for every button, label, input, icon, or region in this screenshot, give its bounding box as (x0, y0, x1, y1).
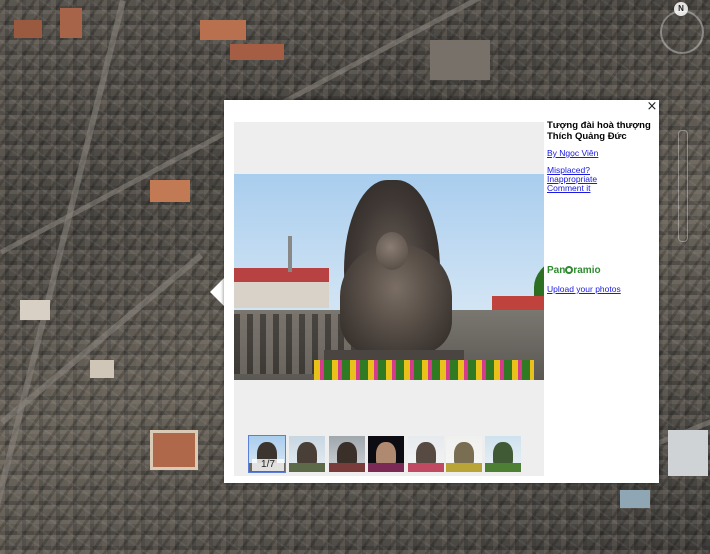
compass-north-label: N (674, 2, 688, 16)
thumbnail[interactable] (329, 436, 365, 472)
thumbnail[interactable] (289, 436, 325, 472)
thumbnail[interactable] (408, 436, 444, 472)
close-icon[interactable]: × (646, 100, 658, 113)
photo-info: Tượng đài hoà thượng Thích Quảng Đức (547, 120, 655, 142)
upload-photos-link[interactable]: Upload your photos (547, 284, 621, 294)
photo-title: Tượng đài hoà thượng Thích Quảng Đức (547, 120, 651, 142)
balloon-pointer (210, 278, 224, 306)
thumbnail[interactable] (368, 436, 404, 472)
panoramio-logo-icon[interactable]: Pan ramio (547, 265, 601, 276)
main-photo[interactable] (234, 174, 544, 380)
thumbnail[interactable] (446, 436, 482, 472)
comment-link[interactable]: Comment it (547, 183, 590, 193)
compass-icon[interactable] (660, 10, 704, 54)
logo-text-end: ramio (573, 265, 601, 276)
logo-text-start: Pan (547, 265, 566, 276)
author-link[interactable]: By Ngọc Viên (547, 148, 598, 158)
navigation-control[interactable]: N (658, 2, 708, 62)
thumbnail[interactable] (485, 436, 521, 472)
thumbnail-counter: 1/7 (252, 459, 284, 471)
zoom-slider[interactable] (678, 130, 688, 242)
